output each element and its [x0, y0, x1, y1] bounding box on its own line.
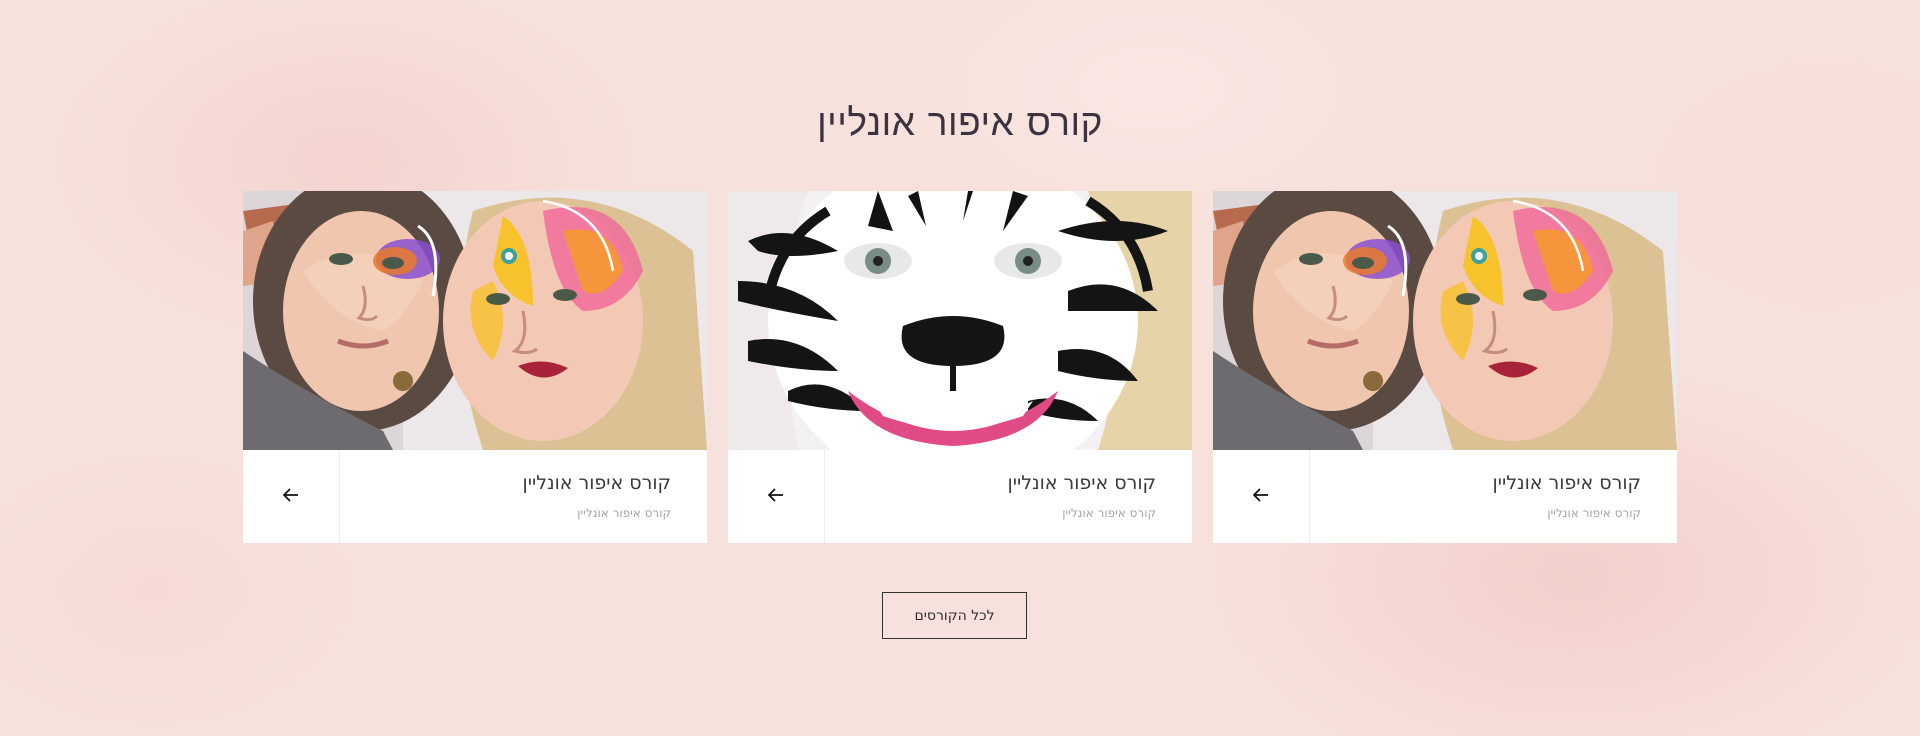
- card-info: קורס איפור אונליין קורס איפור אונליין: [728, 450, 1192, 543]
- card-arrow-button[interactable]: [1213, 450, 1310, 543]
- card-arrow-button[interactable]: [243, 450, 340, 543]
- card-title[interactable]: קורס איפור אונליין: [523, 472, 671, 494]
- card-info: קורס איפור אונליין קורס איפור אונליין: [243, 450, 707, 543]
- card-arrow-button[interactable]: [728, 450, 825, 543]
- course-cards: קורס איפור אונליין קורס איפור אונליין קו…: [243, 191, 1677, 543]
- card-title[interactable]: קורס איפור אונליין: [1493, 472, 1641, 494]
- card-title[interactable]: קורס איפור אונליין: [1008, 472, 1156, 494]
- section-title: קורס איפור אונליין: [817, 101, 1103, 144]
- all-courses-button[interactable]: לכל הקורסים: [882, 592, 1027, 639]
- card-info: קורס איפור אונליין קורס איפור אונליין: [1213, 450, 1677, 543]
- course-card[interactable]: קורס איפור אונליין קורס איפור אונליין: [728, 191, 1192, 543]
- course-card[interactable]: קורס איפור אונליין קורס איפור אונליין: [243, 191, 707, 543]
- card-subtitle: קורס איפור אונליין: [577, 506, 671, 520]
- card-subtitle: קורס איפור אונליין: [1547, 506, 1641, 520]
- arrow-left-icon: [1252, 487, 1269, 506]
- zebra-face-paint-photo: [728, 191, 1192, 450]
- arrow-left-icon: [282, 487, 299, 506]
- course-card[interactable]: קורס איפור אונליין קורס איפור אונליין: [1213, 191, 1677, 543]
- arrow-left-icon: [767, 487, 784, 506]
- butterfly-face-paint-photo: [1213, 191, 1677, 450]
- card-subtitle: קורס איפור אונליין: [1062, 506, 1156, 520]
- butterfly-face-paint-photo: [243, 191, 707, 450]
